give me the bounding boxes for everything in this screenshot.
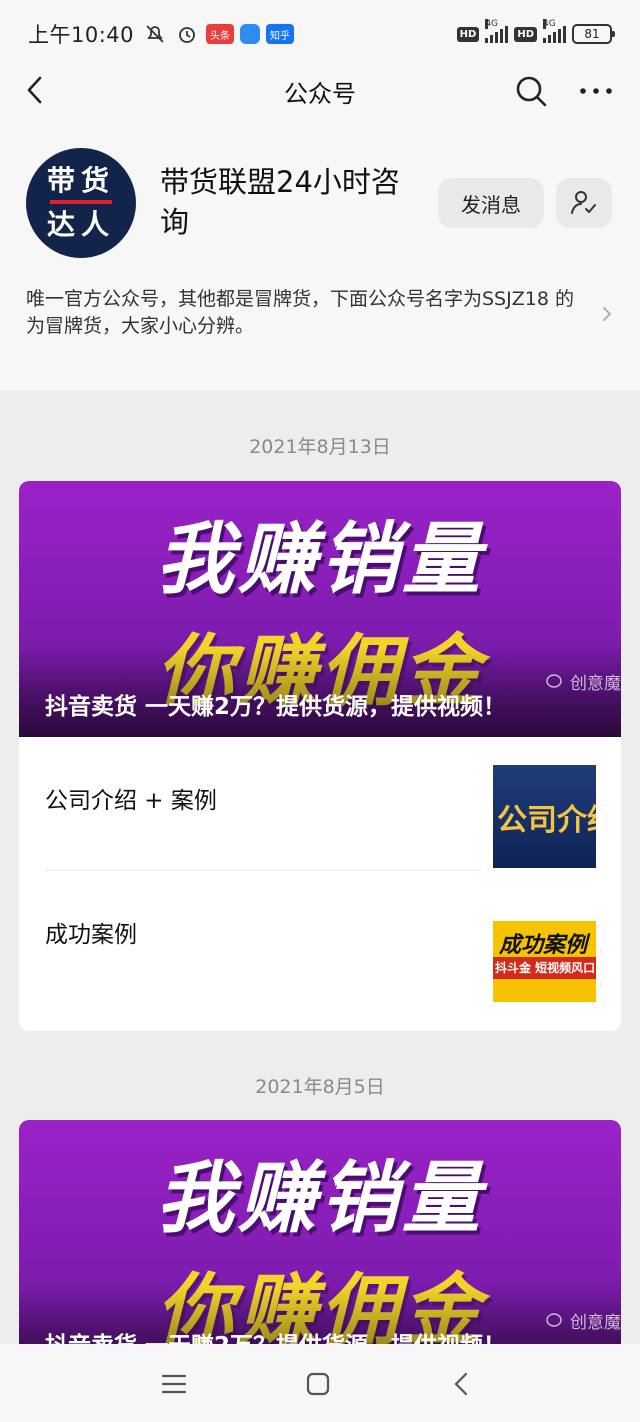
thumbnail-band-text: 抖斗金 短视频风口 [493,957,596,979]
zhihu-app-icon: 知乎 [266,24,295,44]
thumbnail-top-strip [493,899,596,921]
date-label: 2021年8月13日 [249,436,391,458]
mute-icon [142,21,168,47]
signal-strength-icon: 4G [485,19,509,43]
avatar-text-bottom: 达人 [46,208,115,241]
toutiao-app-icon: 头条 [206,24,235,44]
article-group-card: 我赚销量 你赚佣金 创意魔 抖音卖货 一天赚2万？提供货源，提供视频！ 公司介绍… [19,481,621,1031]
thumbnail-main-text: 成功案例 [493,927,596,959]
cover-headline-1: 我赚销量 [155,515,484,605]
account-name: 带货联盟24小时咨询 [160,165,400,239]
user-check-icon [571,191,596,214]
app-notification-icon [240,24,261,44]
main-article-cover[interactable]: 我赚销量 你赚佣金 创意魔 抖音卖货 一天赚2万？提供货源，提供视频！ [19,481,621,737]
status-time: 上午10:40 [28,23,135,47]
sub-article-item[interactable]: 公司介绍 + 案例 公司介绍 [19,737,621,871]
chevron-right-icon[interactable] [600,304,614,324]
thumbnail-success-cases: 成功案例 抖斗金 短视频风口 [493,899,596,1002]
status-system-icons: HD 4G HD 4G 81 [456,19,615,44]
sub-article-title: 成功案例 [45,922,137,948]
hd-badge-2: HD [514,26,537,42]
network-type-1: 4G [485,19,499,29]
more-options-icon[interactable] [576,72,616,110]
sub-article-item[interactable]: 成功案例 成功案例 抖斗金 短视频风口 [19,871,621,1005]
cover-headline-1: 我赚销量 [155,1154,484,1244]
back-nav-icon[interactable] [446,1368,478,1400]
account-description[interactable]: 唯一官方公众号，其他都是冒牌货，下面公众号名字为SSJZ18 的为冒牌货，大家小… [26,286,586,340]
account-profile: 带货 达人 带货联盟24小时咨询 发消息 唯一官方公众号，其他都是冒牌货，下面公… [0,114,640,390]
battery-icon: 81 [572,24,615,44]
page-title: 公众号 [284,79,356,108]
hd-badge-1: HD [456,26,480,42]
signal-strength-icon-2: 4G [543,19,566,43]
menu-icon[interactable] [158,1368,190,1400]
nav-bar: 公众号 [0,68,640,114]
send-message-button[interactable]: 发消息 [438,178,544,228]
search-icon[interactable] [512,72,550,110]
sub-article-thumbnail: 公司介绍 [493,765,596,868]
avatar-divider [50,200,112,204]
avatar-text-top: 带货 [46,164,115,197]
network-type-2: 4G [543,19,556,29]
follow-button[interactable] [556,178,612,228]
status-bar: 上午10:40 头条 知乎 HD 4G HD 4G 81 [0,0,640,68]
account-avatar[interactable]: 带货 达人 [26,148,136,258]
status-notification-icons: 头条 知乎 [142,21,295,47]
main-article-cover[interactable]: 我赚销量 你赚佣金 创意魔 抖音卖货 一天赚2万？提供货源，提供视频！ [19,1120,621,1360]
home-icon[interactable] [302,1368,334,1400]
alarm-clock-icon [174,21,200,47]
main-article-title: 抖音卖货 一天赚2万？提供货源，提供视频！ [45,694,507,720]
sub-article-thumbnail: 成功案例 抖斗金 短视频风口 [493,899,596,1002]
sub-article-title: 公司介绍 + 案例 [45,788,217,814]
system-navigation-bar [0,1344,640,1422]
date-label: 2021年8月5日 [255,1076,385,1098]
article-group-card: 我赚销量 你赚佣金 创意魔 抖音卖货 一天赚2万？提供货源，提供视频！ [19,1120,621,1360]
thumbnail-company-intro: 公司介绍 [493,765,596,868]
back-icon[interactable] [20,72,56,108]
